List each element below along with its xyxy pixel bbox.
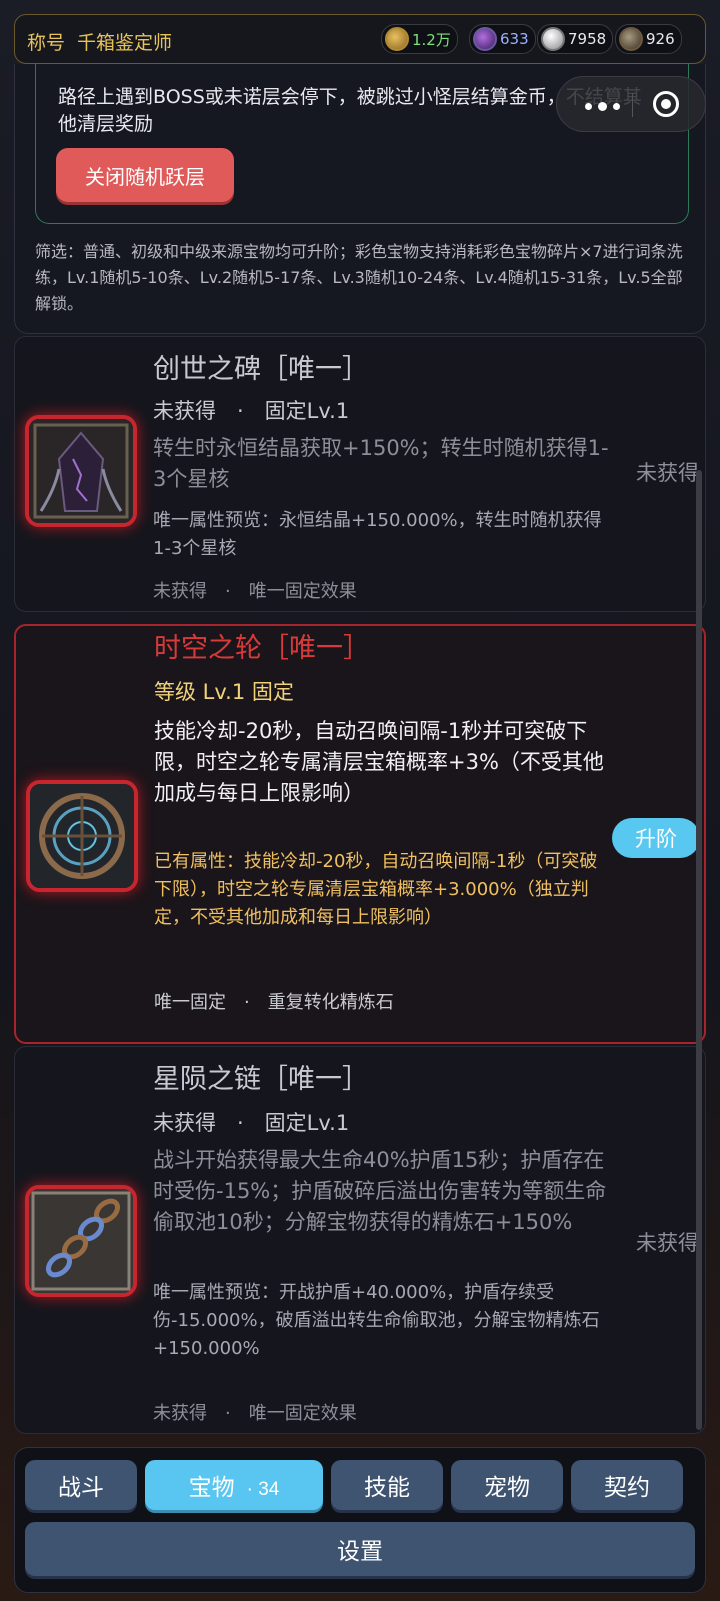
currency-crystal-value: 7958: [568, 30, 607, 48]
bottom-tab-bar: 战斗 宝物 · 34 技能 宠物 契约 设置: [14, 1447, 706, 1593]
currency-stone-value: 926: [646, 30, 675, 48]
scrollbar[interactable]: [696, 470, 702, 1430]
treasure-effect: 技能冷却-20秒，自动召唤间隔-1秒并可突破下限，时空之轮专属清层宝箱概率+3%…: [154, 719, 604, 805]
tab-skills[interactable]: 技能: [331, 1460, 443, 1510]
treasure-name: 创世之碑［唯一］: [153, 354, 369, 385]
currency-stone: 926: [615, 24, 682, 54]
treasure-preview: 唯一属性预览：开战护盾+40.000%，护盾存续受伤-15.000%，破盾溢出转…: [153, 1282, 600, 1359]
treasure-status: 未获得: [636, 1231, 699, 1255]
tab-battle[interactable]: 战斗: [25, 1460, 137, 1510]
tab-treasure-label: 宝物: [188, 1474, 235, 1500]
treasure-card[interactable]: 创世之碑［唯一］ 未获得 · 固定Lv.1 转生时永恒结晶获取+150%；转生时…: [14, 336, 706, 612]
miniprogram-capsule: [556, 76, 706, 132]
settings-button[interactable]: 设置: [25, 1522, 695, 1576]
title-label: 称号: [27, 32, 66, 54]
wheel-treasure-icon: [26, 780, 138, 892]
more-menu-icon[interactable]: [585, 102, 620, 111]
treasure-name: 时空之轮［唯一］: [154, 633, 370, 664]
treasure-level: 等级 Lv.1 固定: [154, 680, 294, 704]
treasure-meta: 未获得 · 固定Lv.1: [153, 399, 350, 423]
obelisk-treasure-icon: [25, 415, 137, 527]
treasure-status: 未获得: [636, 461, 699, 485]
header-bar: 称号 千箱鉴定师 1.2万 633 7958 926: [14, 14, 706, 64]
treasure-footer: 未获得 · 唯一固定效果: [153, 1403, 357, 1424]
close-miniprogram-icon[interactable]: [653, 91, 679, 117]
gold-coin-icon: [385, 27, 409, 51]
treasure-footer: 唯一固定 · 重复转化精炼石: [154, 992, 394, 1013]
chain-treasure-icon: [25, 1185, 137, 1297]
tab-treasure[interactable]: 宝物 · 34: [145, 1460, 323, 1510]
upgrade-button[interactable]: 升阶: [612, 818, 700, 858]
treasure-meta: 未获得 · 固定Lv.1: [153, 1111, 350, 1135]
tab-pets[interactable]: 宠物: [451, 1460, 563, 1510]
treasure-preview: 唯一属性预览：永恒结晶+150.000%，转生时随机获得1-3个星核: [153, 510, 602, 559]
filter-description: 筛选：普通、初级和中级来源宝物均可升阶；彩色宝物支持消耗彩色宝物碎片×7进行词条…: [35, 242, 683, 313]
tab-treasure-count: · 34: [246, 1479, 280, 1500]
treasure-name: 星陨之链［唯一］: [153, 1064, 369, 1095]
crystal-drop-icon: [541, 27, 565, 51]
treasure-attributes: 已有属性：技能冷却-20秒，自动召唤间隔-1秒（可突破下限），时空之轮专属清层宝…: [154, 851, 598, 928]
title-value[interactable]: 千箱鉴定师: [77, 28, 172, 55]
currency-gold: 1.2万: [381, 24, 458, 54]
treasure-effect: 转生时永恒结晶获取+150%；转生时随机获得1-3个星核: [153, 436, 609, 491]
treasure-card[interactable]: 星陨之链［唯一］ 未获得 · 固定Lv.1 战斗开始获得最大生命40%护盾15秒…: [14, 1046, 706, 1434]
close-random-jump-button[interactable]: 关闭随机跃层: [56, 148, 234, 202]
currency-orb-value: 633: [500, 30, 529, 48]
currency-crystal: 7958: [537, 24, 614, 54]
stone-ore-icon: [619, 27, 643, 51]
app-screen: 称号 千箱鉴定师 1.2万 633 7958 926 路径上遇到BOSS或未诺层…: [0, 0, 720, 1601]
currency-gold-value: 1.2万: [412, 30, 451, 49]
treasure-effect: 战斗开始获得最大生命40%护盾15秒；护盾存在时受伤-15%；护盾破碎后溢出伤害…: [153, 1148, 607, 1234]
treasure-footer: 未获得 · 唯一固定效果: [153, 581, 357, 602]
treasure-card-selected[interactable]: 时空之轮［唯一］ 等级 Lv.1 固定 技能冷却-20秒，自动召唤间隔-1秒并可…: [14, 624, 706, 1044]
purple-orb-icon: [473, 27, 497, 51]
tab-contract[interactable]: 契约: [571, 1460, 683, 1510]
currency-orb: 633: [469, 24, 536, 54]
